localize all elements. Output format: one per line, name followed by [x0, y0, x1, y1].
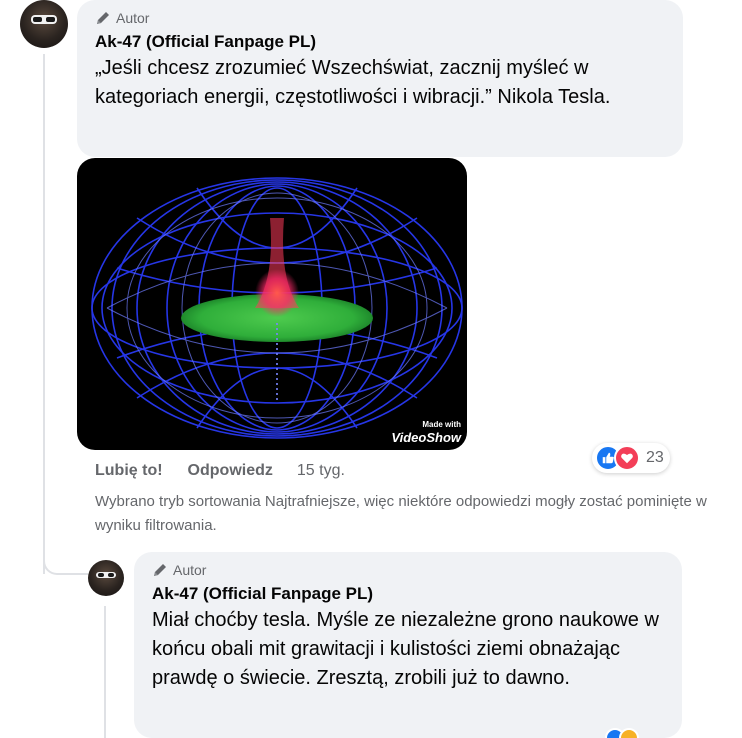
reply-reaction-summary[interactable] — [605, 728, 639, 738]
reply-thread-line — [104, 606, 106, 738]
pencil-icon — [95, 10, 111, 26]
comment-bubble: Autor Ak-47 (Official Fanpage PL) „Jeśli… — [77, 0, 683, 157]
comment-author-name[interactable]: Ak-47 (Official Fanpage PL) — [95, 31, 665, 53]
comment-image[interactable]: Made with VideoShow — [77, 158, 467, 450]
haha-icon — [619, 728, 639, 738]
reaction-summary[interactable]: 23 — [592, 443, 670, 473]
like-button[interactable]: Lubię to! — [95, 462, 163, 480]
pencil-icon — [152, 562, 168, 578]
video-watermark: Made with VideoShow — [391, 421, 461, 446]
reply-bubble: Autor Ak-47 (Official Fanpage PL) Miał c… — [134, 552, 682, 738]
love-icon — [614, 445, 640, 471]
reaction-count: 23 — [646, 449, 664, 466]
watermark-made-with: Made with — [422, 420, 461, 429]
reply-button[interactable]: Odpowiedz — [188, 462, 273, 480]
torus-field-illustration — [91, 177, 463, 439]
sort-notice: Wybrano tryb sortowania Najtrafniejsze, … — [95, 493, 707, 534]
author-badge-label: Autor — [116, 10, 150, 26]
author-badge: Autor — [152, 561, 664, 579]
watermark-brand: VideoShow — [391, 430, 461, 445]
avatar[interactable] — [20, 0, 68, 48]
comment-timestamp[interactable]: 15 tyg. — [297, 462, 345, 480]
reply-text: Miał choćby tesla. Myśle ze niezależne g… — [152, 609, 659, 689]
thread-connector — [43, 555, 88, 575]
avatar-glasses — [95, 571, 117, 578]
author-badge-label: Autor — [173, 562, 207, 578]
thread-line — [43, 54, 45, 574]
avatar-glasses — [30, 15, 58, 24]
comment-actions: Lubię to! Odpowiedz 15 tyg. — [95, 460, 345, 482]
comment-text: „Jeśli chcesz zrozumieć Wszechświat, zac… — [95, 57, 611, 108]
reply-avatar[interactable] — [88, 560, 124, 596]
author-badge: Autor — [95, 9, 665, 27]
reply-author-name[interactable]: Ak-47 (Official Fanpage PL) — [152, 583, 664, 605]
